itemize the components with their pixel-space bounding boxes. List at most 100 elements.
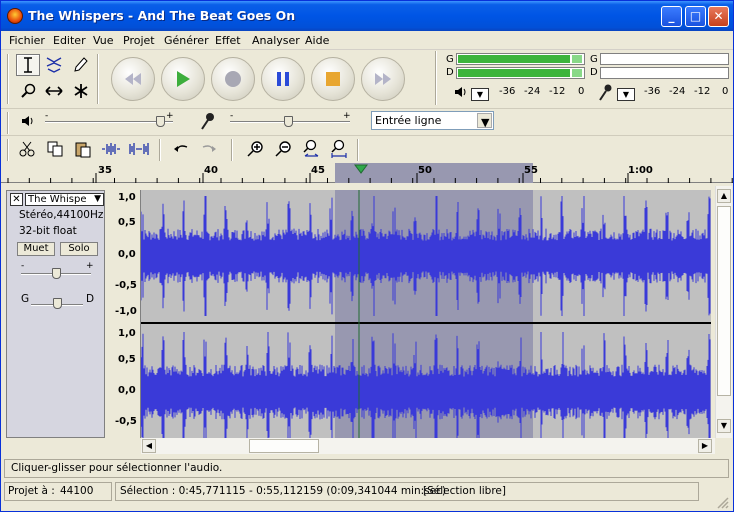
solo-label: Solo xyxy=(68,243,90,254)
title-bar[interactable]: The Whispers - And The Beat Goes On _ □ … xyxy=(1,1,733,31)
menu-fichier[interactable]: Fichier xyxy=(9,34,45,47)
horizontal-scrollbar[interactable]: ◀ ▶ xyxy=(141,438,715,454)
project-rate-value[interactable]: 44100 xyxy=(60,485,93,497)
play-meter-left-label: G xyxy=(446,54,454,65)
input-source-select[interactable]: Entrée ligne ▼ xyxy=(371,111,494,130)
chevron-down-icon: ▼ xyxy=(94,194,101,204)
zoom-fit-icon xyxy=(331,139,347,158)
fit-project-button[interactable] xyxy=(327,138,351,160)
zoom-in-icon xyxy=(247,141,263,157)
envelope-tool-button[interactable] xyxy=(42,54,66,76)
trim-button[interactable] xyxy=(99,138,123,160)
skip-to-end-button[interactable] xyxy=(361,57,405,101)
zoom-in-button[interactable] xyxy=(243,138,267,160)
scale-bottom-0-0: 0,0 xyxy=(118,385,136,396)
draw-tool-button[interactable] xyxy=(69,54,93,76)
output-volume-speaker-icon xyxy=(21,114,35,131)
timeline-ruler[interactable]: 35 40 45 50 55 1:00 xyxy=(1,163,733,183)
triangle-down-icon: ▼ xyxy=(720,421,728,430)
output-volume-slider[interactable] xyxy=(45,121,173,123)
zoom-out-button[interactable] xyxy=(271,138,295,160)
ruler-label-35: 35 xyxy=(98,165,112,176)
envelope-icon xyxy=(46,57,62,73)
undo-button[interactable] xyxy=(169,138,193,160)
scale-bottom-minus-0-5: -0,5 xyxy=(115,416,137,427)
mute-button[interactable]: Muet xyxy=(17,242,55,256)
zoom-selection-icon xyxy=(303,139,319,157)
menu-editer[interactable]: Editer xyxy=(53,34,86,47)
scroll-right-button[interactable]: ▶ xyxy=(698,439,712,453)
menu-aide[interactable]: Aide xyxy=(305,34,329,47)
status-hint: Cliquer-glisser pour sélectionner l'audi… xyxy=(11,462,223,474)
track-name: The Whispe xyxy=(28,194,87,205)
menu-effet[interactable]: Effet xyxy=(215,34,241,47)
menu-generer[interactable]: Générer xyxy=(164,34,209,47)
pause-button[interactable] xyxy=(261,57,305,101)
scale-top-0-0: 0,0 xyxy=(118,249,136,260)
scroll-down-button[interactable]: ▼ xyxy=(717,419,731,433)
selection-tool-button[interactable] xyxy=(16,54,40,76)
menu-analyser[interactable]: Analyser xyxy=(252,34,300,47)
record-scale-24: -24 xyxy=(669,86,686,97)
horizontal-scroll-thumb[interactable] xyxy=(249,439,319,453)
play-button[interactable] xyxy=(161,57,205,101)
triangle-right-icon: ▶ xyxy=(701,441,709,450)
minimize-button[interactable]: _ xyxy=(661,6,682,27)
menu-projet[interactable]: Projet xyxy=(123,34,155,47)
menu-bar: Fichier Editer Vue Projet Générer Effet … xyxy=(1,31,733,50)
track-name-menu[interactable]: The Whispe ▼ xyxy=(25,193,104,206)
play-meter-menu-button[interactable]: ▼ xyxy=(471,88,489,101)
record-meter-right-label: D xyxy=(590,67,598,78)
record-button[interactable] xyxy=(211,57,255,101)
maximize-button[interactable]: □ xyxy=(685,6,706,27)
record-meter-menu-button[interactable]: ▼ xyxy=(617,88,635,101)
track-close-button[interactable]: ✕ xyxy=(10,193,23,206)
fit-selection-button[interactable] xyxy=(299,138,323,160)
play-position-marker-icon xyxy=(354,164,368,174)
redo-icon xyxy=(202,145,216,152)
pan-thumb[interactable] xyxy=(53,298,62,309)
skip-to-start-button[interactable] xyxy=(111,57,155,101)
redo-button[interactable] xyxy=(197,138,221,160)
paste-button[interactable] xyxy=(71,138,95,160)
gain-thumb[interactable] xyxy=(52,268,61,279)
input-volume-thumb[interactable] xyxy=(283,116,293,127)
output-volume-thumb[interactable] xyxy=(156,116,166,127)
scissors-icon xyxy=(19,141,35,157)
scroll-left-button[interactable]: ◀ xyxy=(142,439,156,453)
window-title: The Whispers - And The Beat Goes On xyxy=(28,8,296,23)
timeshift-tool-button[interactable] xyxy=(42,80,66,102)
resize-grip-icon[interactable] xyxy=(715,495,729,509)
record-icon xyxy=(225,71,241,87)
close-button[interactable]: ✕ xyxy=(708,6,729,27)
record-meter-left-label: G xyxy=(590,54,598,65)
silence-button[interactable] xyxy=(127,138,151,160)
copy-icon xyxy=(47,141,63,157)
multi-tool-button[interactable] xyxy=(69,80,93,102)
ruler-label-1-00: 1:00 xyxy=(628,165,653,176)
vertical-scroll-thumb[interactable] xyxy=(717,206,731,396)
cut-button[interactable] xyxy=(15,138,39,160)
zoom-tool-button[interactable] xyxy=(16,80,40,102)
mute-label: Muet xyxy=(23,243,49,254)
project-rate-panel: Projet à : 44100 xyxy=(4,482,112,501)
selection-times: Sélection : 0:45,771115 - 0:55,112159 (0… xyxy=(120,485,446,497)
track-control-panel: ✕ The Whispe ▼ Stéréo,44100Hz 32-bit flo… xyxy=(6,190,105,438)
scroll-up-button[interactable]: ▲ xyxy=(717,189,731,203)
project-rate-label: Projet à : xyxy=(8,485,55,497)
play-scale-12: -12 xyxy=(549,86,566,97)
vertical-scrollbar[interactable]: ▲ ▼ xyxy=(715,186,732,438)
solo-button[interactable]: Solo xyxy=(60,242,98,256)
close-icon: ✕ xyxy=(12,194,21,205)
microphone-icon xyxy=(598,84,612,105)
input-source-dropdown-button[interactable]: ▼ xyxy=(477,113,492,129)
ruler-label-45: 45 xyxy=(311,165,325,176)
copy-button[interactable] xyxy=(43,138,67,160)
stop-button[interactable] xyxy=(311,57,355,101)
waveform-view[interactable] xyxy=(141,190,711,438)
menu-vue[interactable]: Vue xyxy=(93,34,114,47)
zoom-out-icon xyxy=(275,141,291,157)
selection-info-panel: Sélection : 0:45,771115 - 0:55,112159 (0… xyxy=(115,482,699,501)
ruler-label-40: 40 xyxy=(204,165,218,176)
silence-icon xyxy=(129,143,149,155)
